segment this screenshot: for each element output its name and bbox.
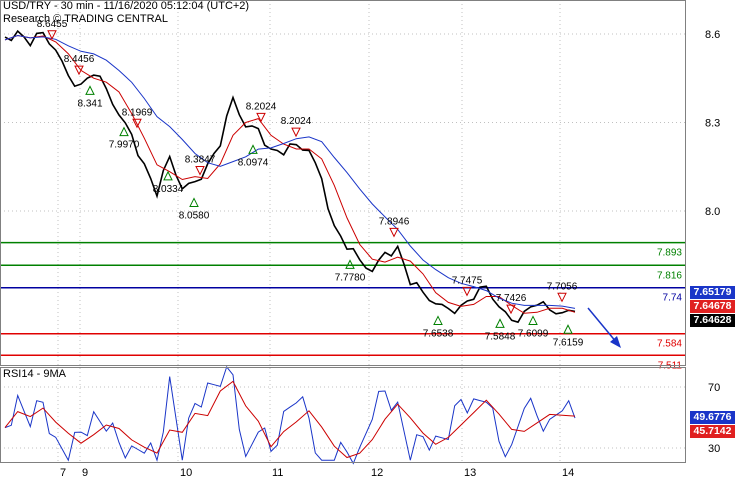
swing-low-marker	[528, 315, 538, 325]
indicator-label: RSI14 - 9MA	[3, 368, 66, 380]
level-label: 7.816	[657, 270, 682, 281]
swing-high-label: 8.1969	[122, 107, 153, 118]
forecast-arrowhead	[610, 336, 621, 348]
chart-source: Research © TRADING CENTRAL	[3, 13, 168, 25]
price-series	[4, 29, 621, 348]
rsi-badge-value: 49.6776	[690, 411, 735, 424]
swing-low-marker	[563, 324, 573, 334]
level-label: 7.74	[663, 293, 683, 304]
price-tick-label: 8.0	[705, 206, 720, 218]
date-tick-label: 10	[180, 467, 192, 479]
price-line	[4, 29, 576, 324]
swing-low-label: 7.9970	[109, 140, 140, 151]
swing-low-label: 7.7780	[335, 272, 366, 283]
rsi-tick-label: 30	[708, 443, 720, 455]
price-panel-frame	[0, 0, 686, 366]
swing-high-marker	[291, 127, 301, 138]
swing-high-marker	[462, 286, 472, 297]
swing-low-label: 7.6538	[423, 328, 454, 339]
swing-low-label: 8.0974	[238, 157, 269, 168]
swing-low-marker	[345, 259, 355, 269]
swing-low-label: 8.0334	[153, 184, 184, 195]
level-label: 7.893	[657, 248, 682, 259]
date-tick-label: 9	[82, 467, 88, 479]
rsi-tick-label: 70	[708, 382, 720, 394]
swing-high-label: 8.3847	[185, 154, 216, 165]
axes: 7 9 10 11 12 13 14 8.6 8.3 8.0 70 30	[0, 0, 720, 479]
price-badge-ma-slow: 7.65179	[690, 286, 735, 299]
price-tick-label: 8.6	[705, 29, 720, 41]
chart-canvas: 7.8937.8167.747.5847.511 8.64558.44568.3…	[0, 0, 720, 479]
swing-high-label: 7.7056	[547, 281, 578, 292]
swing-high-marker	[256, 112, 266, 123]
swing-high-label: 7.7475	[452, 275, 483, 286]
chart-title: USD/TRY - 30 min - 11/16/2020 05:12:04 (…	[3, 0, 250, 12]
swing-low-label: 7.6159	[553, 337, 584, 348]
date-tick-label: 11	[272, 467, 283, 479]
swing-low-marker	[495, 318, 505, 328]
swing-high-marker	[389, 227, 399, 238]
forecast-arrow	[587, 307, 618, 344]
swing-high-label: 8.4456	[64, 54, 95, 65]
swing-high-marker	[47, 30, 57, 40]
price-badge-ma-fast: 7.64678	[690, 300, 735, 313]
swing-low-marker	[163, 170, 173, 181]
level-label: 7.584	[657, 339, 682, 350]
rsi-badge-ma: 45.7142	[690, 425, 735, 438]
swing-low-label: 7.5848	[485, 331, 516, 342]
swing-low-marker	[189, 197, 199, 207]
price-annotations: 8.64558.44568.3418.19697.99708.03348.058…	[37, 19, 584, 349]
swing-low-marker	[85, 85, 95, 95]
swing-high-label: 7.8946	[379, 216, 410, 227]
date-tick-label: 12	[371, 467, 383, 479]
date-tick-label: 13	[464, 467, 476, 479]
price-badge-last: 7.64628	[690, 314, 735, 327]
swing-low-label: 8.0580	[179, 210, 210, 221]
swing-high-marker	[557, 292, 567, 303]
swing-low-marker	[119, 126, 129, 137]
swing-high-marker	[195, 165, 205, 176]
rsi-ma-line	[4, 380, 576, 459]
date-tick-label: 14	[562, 467, 574, 479]
swing-low-marker	[433, 315, 443, 325]
swing-low-label: 8.341	[77, 98, 102, 109]
swing-high-label: 8.2024	[281, 116, 312, 127]
swing-low-label: 7.6099	[518, 328, 549, 339]
swing-high-label: 8.2024	[246, 101, 277, 112]
rsi-panel	[4, 365, 576, 465]
support-resistance-levels: 7.8937.8167.747.5847.511	[0, 241, 685, 371]
rsi-panel-frame	[0, 367, 686, 463]
date-tick-label: 7	[60, 467, 66, 479]
price-tick-label: 8.3	[705, 118, 720, 130]
rsi-line	[4, 365, 576, 465]
grid-lines	[0, 0, 685, 462]
swing-high-label: 7.7426	[496, 293, 527, 304]
